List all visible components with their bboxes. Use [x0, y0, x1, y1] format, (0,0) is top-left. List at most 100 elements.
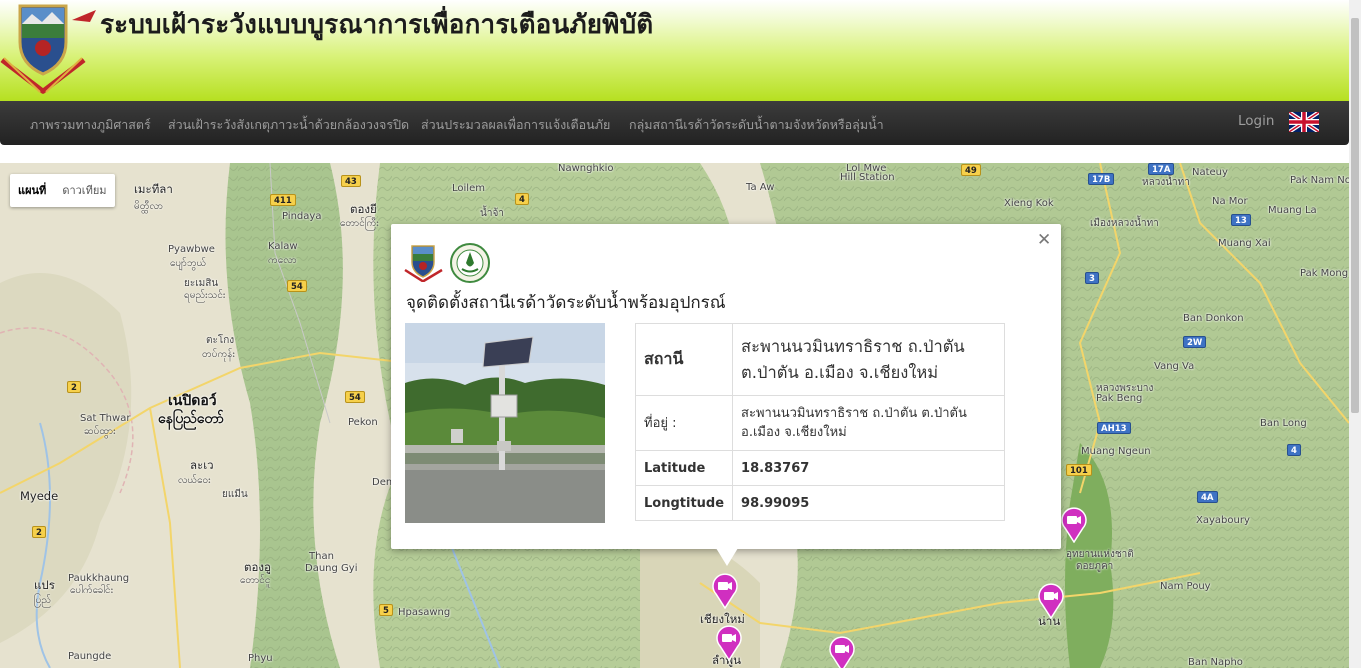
- map-label: เมะทีลา: [134, 182, 173, 196]
- map-label: Hpasawng: [398, 607, 451, 618]
- map-label: Daung Gyi: [305, 563, 358, 574]
- route-shield: 3: [1085, 272, 1099, 284]
- map-label: Nawnghkio: [558, 163, 614, 174]
- map-type-roadmap-button[interactable]: แผนที่: [10, 174, 54, 207]
- map-label: ยะเมสิน: [184, 278, 219, 289]
- map-label: ละเว: [190, 458, 214, 472]
- camera-marker-icon[interactable]: [1038, 583, 1064, 619]
- nav-item-geographic-overview[interactable]: ภาพรวมทางภูมิศาสตร์: [30, 115, 151, 135]
- route-shield: 13: [1231, 214, 1251, 226]
- map-label: Vang Va: [1154, 361, 1195, 372]
- station-photo: [405, 323, 605, 523]
- map-label: Pindaya: [282, 211, 322, 222]
- map-label: Loilem: [452, 183, 485, 194]
- uk-flag-icon[interactable]: [1289, 112, 1319, 132]
- map-label: Kalaw: [268, 241, 298, 252]
- route-shield: 54: [287, 280, 307, 292]
- map-label: လယ်ဝေး: [178, 475, 211, 486]
- main-navbar: ภาพรวมทางภูมิศาสตร์ ส่วนเฝ้าระวังสังเกตุ…: [0, 101, 1349, 145]
- map-label: Pak Mong: [1300, 268, 1349, 279]
- map-label: ပေါက်ခေါင်း: [70, 585, 114, 596]
- map-label: แปร: [34, 578, 55, 592]
- route-shield: 2W: [1183, 336, 1207, 348]
- map-label: Muang La: [1268, 205, 1317, 216]
- map-label: နေပြည်တော်: [158, 411, 224, 427]
- route-shield: 43: [341, 175, 361, 187]
- station-label: สถานี: [634, 323, 734, 396]
- nav-item-cctv-monitoring[interactable]: ส่วนเฝ้าระวังสังเกตุภาวะน้ำด้วยกล้องวงจร…: [168, 115, 409, 135]
- route-shield: AH13: [1097, 422, 1131, 434]
- camera-marker-icon[interactable]: [712, 573, 738, 609]
- map-label: Ban Long: [1260, 418, 1307, 429]
- site-title: ระบบเฝ้าระวังแบบบูรณาการเพื่อการเตือนภัย…: [100, 10, 654, 40]
- agency-logo: [0, 4, 96, 94]
- popup-title: จุดติดตั้งสถานีเรด้าวัดระดับน้ำพร้อมอุปก…: [406, 293, 726, 313]
- station-info-table: สถานี สะพานนวมินทราธิราช ถ.ป่าตัน ต.ป่าต…: [634, 323, 1005, 521]
- route-shield: 17B: [1088, 173, 1115, 185]
- map-label: ตะโกง: [206, 335, 235, 346]
- map-label: တောင်ငူ: [240, 575, 271, 586]
- route-shield: 17A: [1148, 163, 1175, 175]
- latitude-label: Latitude: [634, 450, 734, 486]
- map-label: เมืองหลวงน้ำทา: [1090, 218, 1159, 229]
- map-label: น้ำจ้า: [480, 208, 504, 219]
- map-label: Myede: [20, 489, 59, 503]
- route-shield: 4: [1287, 444, 1301, 456]
- route-shield: 101: [1066, 464, 1092, 476]
- scrollbar-thumb[interactable]: [1351, 18, 1359, 413]
- map-label: Muang Xai: [1218, 238, 1271, 249]
- address-label: ที่อยู่ :: [634, 395, 734, 451]
- map-label: Pyawbwe: [168, 244, 215, 255]
- map-label: ดอยภูคา: [1076, 561, 1114, 572]
- route-shield: 4: [515, 193, 529, 205]
- route-shield: 411: [270, 194, 296, 206]
- camera-marker-icon[interactable]: [1061, 507, 1087, 543]
- longitude-row: Longtitude 98.99095: [634, 485, 1005, 521]
- nav-item-alert-processing[interactable]: ส่วนประมวลผลเพื่อการแจ้งเตือนภัย: [421, 115, 610, 135]
- station-row: สถานี สะพานนวมินทราธิราช ถ.ป่าตัน ต.ป่าต…: [634, 323, 1005, 396]
- route-shield: 49: [961, 164, 981, 176]
- popup-pointer: [716, 548, 738, 566]
- map-label: อุทยานแห่งชาติ: [1066, 549, 1134, 560]
- map-label: Phyu: [248, 653, 273, 664]
- map-label: Than: [309, 551, 334, 562]
- map-label: Nam Pouy: [1160, 581, 1211, 592]
- map-label: ตองอู: [244, 560, 271, 574]
- map-label: တပ်ကုန်း: [202, 349, 235, 360]
- camera-marker-icon[interactable]: [829, 636, 855, 668]
- map-label: หลวงพระบาง: [1096, 383, 1154, 394]
- agency-logo-small: [404, 245, 443, 282]
- longitude-label: Longtitude: [634, 485, 734, 521]
- station-value: สะพานนวมินทราธิราช ถ.ป่าตัน ต.ป่าตัน อ.เ…: [732, 323, 1005, 396]
- map-label: ตองยี: [350, 202, 377, 216]
- map-label: Ban Napho: [1188, 657, 1243, 668]
- map-type-satellite-button[interactable]: ดาวเทียม: [54, 174, 114, 207]
- route-shield: 2: [67, 381, 81, 393]
- map-label: Ta Aw: [746, 182, 775, 193]
- close-icon[interactable]: ✕: [1037, 230, 1051, 250]
- latitude-value: 18.83767: [732, 450, 1005, 486]
- address-value: สะพานนวมินทราธิราช ถ.ป่าตัน ต.ป่าตัน อ.เ…: [732, 395, 1005, 451]
- route-shield: 4A: [1197, 491, 1218, 503]
- map-label: Pak Nam Noy: [1290, 175, 1349, 186]
- route-shield: 2: [32, 526, 46, 538]
- map-label: မိတ္ထီလာ: [134, 201, 163, 212]
- map-label: เนปิดอว์: [168, 393, 217, 409]
- map-label: တောင်ကြီး: [340, 218, 379, 229]
- map-label: Pekon: [348, 417, 378, 428]
- map-label: ยแมีน: [222, 489, 248, 500]
- water-department-logo: [450, 243, 490, 283]
- map-label: Ban Donkon: [1183, 313, 1244, 324]
- map-label: Nateuy: [1192, 167, 1228, 178]
- map-label: เชียงใหม่: [700, 612, 745, 626]
- nav-item-radar-station-groups[interactable]: กลุ่มสถานีเรด้าวัดระดับน้ำตามจังหวัดหรือ…: [629, 115, 884, 135]
- map-label: ဆပ်ထွား: [84, 426, 116, 437]
- map-label: Sat Thwar: [80, 413, 131, 424]
- camera-marker-icon[interactable]: [716, 625, 742, 661]
- map-type-control: แผนที่ ดาวเทียม: [10, 174, 115, 207]
- login-link[interactable]: Login: [1238, 113, 1274, 129]
- map-label: Na Mor: [1212, 196, 1248, 207]
- site-header: ระบบเฝ้าระวังแบบบูรณาการเพื่อการเตือนภัย…: [0, 0, 1349, 101]
- map-label: Paukkhaung: [68, 573, 130, 584]
- map-label: Muang Ngeun: [1081, 446, 1151, 457]
